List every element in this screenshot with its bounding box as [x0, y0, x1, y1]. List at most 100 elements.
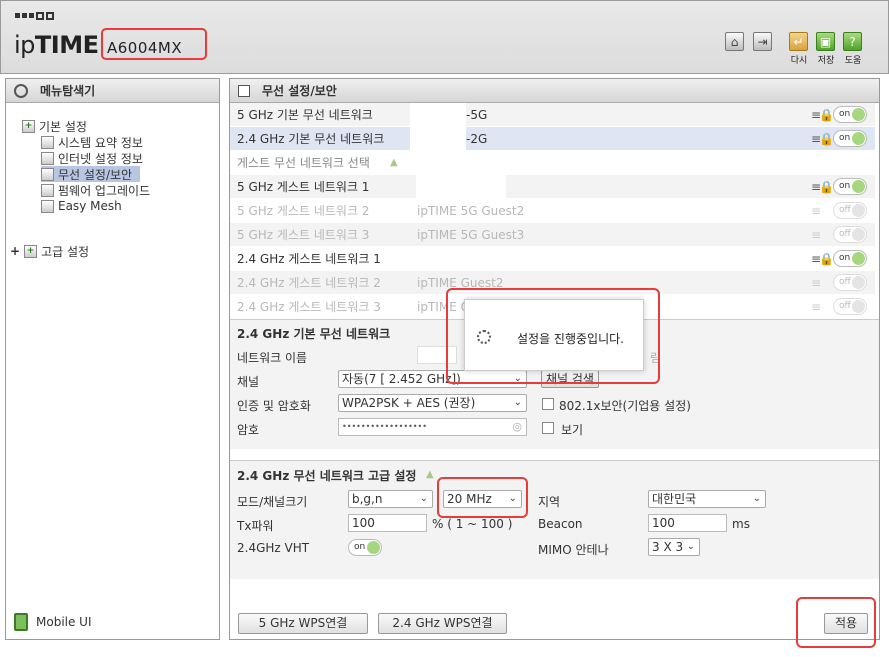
filter-icon[interactable]: ≡: [811, 300, 821, 314]
highlight-channel-width: [437, 477, 528, 518]
spinner-icon: [477, 330, 491, 344]
filter-icon[interactable]: ≡: [811, 204, 821, 218]
auth-value: WPA2PSK + AES (권장): [342, 396, 476, 410]
network-toggle[interactable]: on: [833, 178, 867, 195]
region-value: 대한민국: [652, 492, 697, 506]
network-ssid: -2G: [466, 131, 488, 146]
eye-icon[interactable]: ◎: [512, 419, 522, 435]
network-name: 5 GHz 게스트 네트워크 1: [237, 180, 370, 194]
network-row-5g-basic[interactable]: 5 GHz 기본 무선 네트워크 -5G ≡🔒 on: [230, 103, 875, 127]
window-icon: [238, 84, 250, 97]
network-toggle[interactable]: off: [833, 274, 867, 291]
filter-icon[interactable]: ≡: [811, 276, 821, 290]
chevron-down-icon: ⌄: [419, 493, 428, 504]
beacon-value: 100: [652, 516, 675, 530]
section-title: 2.4 GHz 무선 네트워크 고급 설정: [237, 469, 417, 483]
password-value: ••••••••••••••••••: [342, 422, 427, 431]
chevron-down-icon: ⌄: [686, 541, 695, 552]
network-row-24g-basic[interactable]: 2.4 GHz 기본 무선 네트워크 -2G ≡🔒 on: [230, 127, 875, 151]
tree-item-easymesh[interactable]: Easy Mesh: [41, 198, 122, 214]
redaction: [410, 103, 466, 127]
tree-item-wireless[interactable]: 무선 설정/보안: [41, 166, 141, 182]
home-icon[interactable]: ⌂: [725, 32, 744, 51]
redaction: [410, 127, 466, 151]
network-ssid: ipTIME 5G Guest2: [417, 203, 525, 218]
chevron-down-icon: ⌄: [513, 397, 522, 408]
password-input[interactable]: •••••••••••••••••• ◎: [338, 418, 527, 436]
mimo-value: 3 X 3: [652, 540, 684, 554]
tree-item-label: 시스템 요약 정보: [58, 135, 143, 150]
tree-item-internet[interactable]: 인터넷 설정 정보: [41, 150, 143, 166]
filter-icon[interactable]: ≡: [811, 228, 821, 242]
mode-select[interactable]: b,g,n ⌄: [348, 490, 433, 508]
password-label: 암호: [237, 423, 260, 437]
filter-lock-icon[interactable]: ≡🔒: [811, 108, 834, 122]
tree-item-label: 인터넷 설정 정보: [58, 151, 143, 166]
expand-icon: +: [10, 244, 21, 258]
network-toggle[interactable]: on: [833, 106, 867, 123]
mobile-ui-label: Mobile UI: [36, 615, 92, 629]
tree-advanced-settings[interactable]: + + 고급 설정: [10, 243, 89, 259]
expand-up-icon[interactable]: ▲: [390, 157, 398, 168]
wps-24g-button[interactable]: 2.4 GHz WPS연결: [378, 613, 507, 634]
collapse-up-icon[interactable]: ▲: [426, 469, 434, 480]
network-toggle[interactable]: off: [833, 226, 867, 243]
mobile-icon: [14, 613, 28, 631]
region-label: 지역: [538, 495, 561, 509]
network-toggle[interactable]: on: [833, 130, 867, 147]
region-select[interactable]: 대한민국 ⌄: [648, 490, 766, 508]
save-icon[interactable]: ▣: [816, 32, 835, 51]
tree-basic-settings[interactable]: + 기본 설정: [22, 118, 87, 134]
tx-power-input[interactable]: 100: [348, 514, 427, 532]
mimo-select[interactable]: 3 X 3 ⌄: [648, 538, 700, 556]
filter-lock-icon[interactable]: ≡🔒: [811, 252, 834, 266]
filter-lock-icon[interactable]: ≡🔒: [811, 132, 834, 146]
menu-explorer-header: 메뉴탐색기: [6, 79, 219, 103]
mimo-label: MIMO 안테나: [538, 543, 609, 557]
vht-toggle[interactable]: on: [348, 539, 382, 556]
network-toggle[interactable]: off: [833, 202, 867, 219]
show-password-checkbox[interactable]: [542, 422, 554, 434]
chart-icon: [41, 135, 54, 149]
menu-explorer-title: 메뉴탐색기: [40, 84, 96, 98]
network-toggle[interactable]: on: [833, 250, 867, 267]
tx-power-label: Tx파워: [237, 519, 274, 533]
mobile-ui-link[interactable]: Mobile UI: [14, 613, 92, 631]
help-label: 도움: [844, 56, 862, 66]
network-row-5g-guest1[interactable]: 5 GHz 게스트 네트워크 1 ≡🔒 on: [230, 175, 875, 199]
network-row-24g-guest1[interactable]: 2.4 GHz 게스트 네트워크 1 ≡🔒 on: [230, 247, 875, 271]
brand-logo: ipTIME: [14, 31, 99, 59]
logo-dots: [15, 12, 54, 20]
guest-network-select[interactable]: 게스트 무선 네트워크 선택 ▲: [230, 151, 875, 175]
chevron-down-icon: ⌄: [752, 493, 761, 504]
tree-item-firmware[interactable]: 펌웨어 업그레이드: [41, 182, 150, 198]
enterprise-label: 802.1x보안(기업용 설정): [559, 399, 691, 413]
search-icon: [14, 83, 28, 98]
network-row-5g-guest2[interactable]: 5 GHz 게스트 네트워크 2 ipTIME 5G Guest2 ≡ off: [230, 199, 875, 223]
logout-icon[interactable]: ⇥: [753, 32, 772, 51]
enterprise-checkbox[interactable]: [542, 398, 554, 410]
mode-value: b,g,n: [352, 492, 383, 506]
folder-icon: +: [22, 119, 35, 133]
filter-lock-icon[interactable]: ≡🔒: [811, 180, 834, 194]
vht-label: 2.4GHz VHT: [237, 541, 310, 555]
network-ssid: ipTIME 5G Guest3: [417, 227, 525, 242]
network-row-5g-guest3[interactable]: 5 GHz 게스트 네트워크 3 ipTIME 5G Guest3 ≡ off: [230, 223, 875, 247]
panel-header: 무선 설정/보안: [230, 79, 879, 103]
beacon-input[interactable]: 100: [648, 514, 727, 532]
tree-item-system-summary[interactable]: 시스템 요약 정보: [41, 134, 143, 150]
menu-explorer: 메뉴탐색기 + 기본 설정 시스템 요약 정보 인터넷 설정 정보 무선 설정/…: [5, 78, 220, 640]
auth-select[interactable]: WPA2PSK + AES (권장) ⌄: [338, 394, 527, 412]
progress-message: 설정을 진행중입니다.: [517, 332, 624, 346]
help-icon[interactable]: ?: [843, 32, 862, 51]
folder-icon: +: [24, 244, 38, 258]
network-toggle[interactable]: off: [833, 298, 867, 315]
tree-item-label: Easy Mesh: [58, 199, 122, 213]
wps-5g-button[interactable]: 5 GHz WPS연결: [238, 613, 368, 634]
tree-item-label: 무선 설정/보안: [58, 167, 133, 182]
restart-icon[interactable]: ↵: [789, 32, 808, 51]
channel-value: 자동(7 [ 2.452 GHz]): [342, 372, 461, 386]
upgrade-icon: [41, 183, 54, 197]
progress-dialog: 설정을 진행중입니다.: [464, 299, 644, 371]
beacon-label: Beacon: [538, 517, 583, 531]
